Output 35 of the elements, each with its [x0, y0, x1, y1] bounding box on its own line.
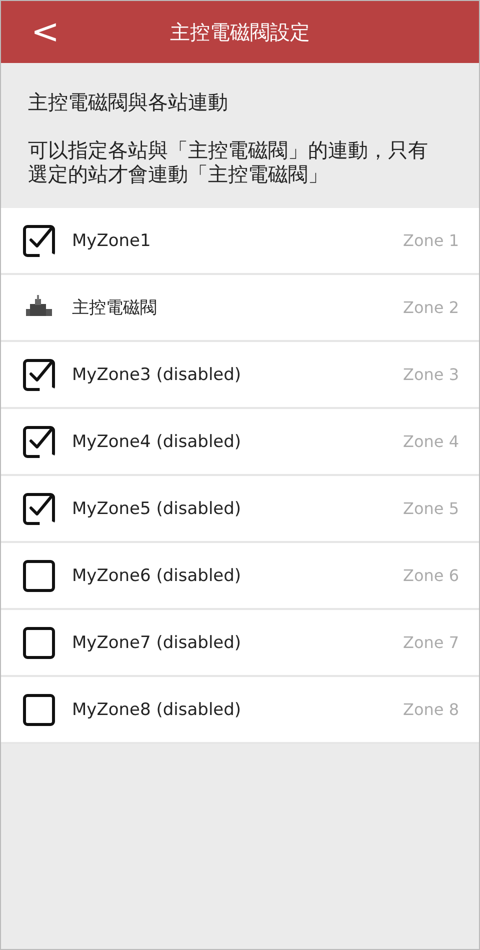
zone-row[interactable]: MyZone6 (disabled) Zone 6 — [1, 543, 479, 610]
screen-title: 主控電磁閥設定 — [170, 18, 310, 46]
zone-name: MyZone6 (disabled) — [72, 566, 242, 586]
checkbox[interactable] — [23, 694, 55, 726]
zone-label: Zone 2 — [403, 298, 459, 317]
zone-label: Zone 3 — [403, 365, 459, 384]
zone-label: Zone 6 — [403, 566, 459, 585]
checkbox[interactable] — [23, 358, 55, 390]
checkbox[interactable] — [23, 224, 55, 256]
checkbox[interactable] — [23, 560, 55, 592]
zone-row[interactable]: MyZone7 (disabled) Zone 7 — [1, 610, 479, 677]
zone-row[interactable]: MyZone3 (disabled) Zone 3 — [1, 342, 479, 409]
zone-name: MyZone5 (disabled) — [72, 498, 242, 518]
zone-name: MyZone3 (disabled) — [72, 364, 242, 384]
zone-label: Zone 5 — [403, 499, 459, 518]
zone-row[interactable]: 主控電磁閥 Zone 2 — [1, 275, 479, 342]
zone-label: Zone 8 — [403, 700, 459, 719]
zone-name: 主控電磁閥 — [72, 297, 158, 319]
description: 可以指定各站與「主控電磁閥」的連動，只有選定的站才會連動「主控電磁閥」 — [28, 138, 429, 186]
zone-label: Zone 7 — [403, 633, 459, 652]
checkbox[interactable] — [23, 492, 55, 524]
back-button[interactable]: < — [25, 13, 66, 51]
section-heading: 主控電磁閥與各站連動 — [28, 89, 229, 116]
zone-row[interactable]: MyZone1 Zone 1 — [1, 208, 479, 275]
checkbox[interactable] — [23, 626, 55, 658]
zone-name: MyZone1 — [72, 230, 152, 250]
zone-name: MyZone7 (disabled) — [72, 632, 242, 652]
zone-label: Zone 4 — [403, 432, 459, 451]
zone-name: MyZone4 (disabled) — [72, 432, 242, 452]
zone-row[interactable]: MyZone8 (disabled) Zone 8 — [1, 677, 479, 744]
zone-name: MyZone8 (disabled) — [72, 700, 242, 720]
zone-row[interactable]: MyZone5 (disabled) Zone 5 — [1, 476, 479, 543]
zone-row[interactable]: MyZone4 (disabled) Zone 4 — [1, 409, 479, 476]
checkbox[interactable] — [23, 426, 55, 458]
zone-label: Zone 1 — [403, 231, 459, 250]
